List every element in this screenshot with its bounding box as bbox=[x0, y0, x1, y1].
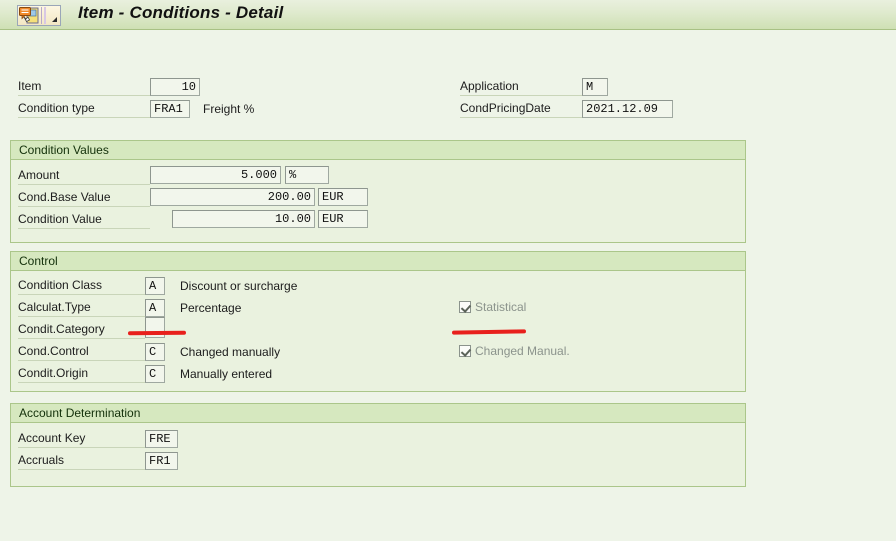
field-label-item: Item bbox=[18, 79, 150, 96]
dropdown-arrow-icon[interactable] bbox=[52, 17, 57, 22]
field-label-cond-pricing-date: CondPricingDate bbox=[460, 101, 582, 118]
cond-base-value-field[interactable]: 200.00 bbox=[150, 188, 315, 206]
amount-field[interactable]: 5.000 bbox=[150, 166, 281, 184]
condition-detail-icon bbox=[19, 7, 39, 24]
condition-type-description: Freight % bbox=[203, 102, 255, 116]
cond-control-field[interactable]: C bbox=[145, 343, 165, 361]
calculat-type-description: Percentage bbox=[180, 301, 242, 315]
condition-type-field[interactable]: FRA1 bbox=[150, 100, 190, 118]
calculat-type-field[interactable]: A bbox=[145, 299, 165, 317]
statistical-checkbox[interactable] bbox=[459, 301, 471, 313]
title-icon-button[interactable] bbox=[17, 5, 61, 26]
condition-category-underline bbox=[127, 330, 187, 336]
cond-pricing-date-field[interactable]: 2021.12.09 bbox=[582, 100, 673, 118]
cond-base-value-currency-field[interactable]: EUR bbox=[318, 188, 368, 206]
field-label-condition-value: Condition Value bbox=[18, 212, 150, 229]
field-label-application: Application bbox=[460, 79, 582, 96]
checkbox-row-changed-manual[interactable]: Changed Manual. bbox=[459, 344, 570, 358]
field-label-accruals: Accruals bbox=[18, 453, 145, 470]
panel-title-condition-values: Condition Values bbox=[11, 141, 745, 160]
field-label-amount: Amount bbox=[18, 168, 150, 185]
field-label-account-key: Account Key bbox=[18, 431, 145, 448]
application-field[interactable]: M bbox=[582, 78, 608, 96]
checkbox-row-statistical[interactable]: Statistical bbox=[459, 300, 526, 314]
amount-unit-field[interactable]: % bbox=[285, 166, 329, 184]
condition-class-field[interactable]: A bbox=[145, 277, 165, 295]
changed-manual-checkbox-label: Changed Manual. bbox=[475, 344, 570, 358]
condit-origin-description: Manually entered bbox=[180, 367, 273, 381]
panel-title-account-determination: Account Determination bbox=[11, 404, 745, 423]
field-label-cond-base-value: Cond.Base Value bbox=[18, 190, 150, 207]
panel-title-control: Control bbox=[11, 252, 745, 271]
field-label-condition-class: Condition Class bbox=[18, 278, 145, 295]
page-title: Item - Conditions - Detail bbox=[78, 3, 284, 22]
field-label-condit-origin: Condit.Origin bbox=[18, 366, 145, 383]
condition-value-currency-field[interactable]: EUR bbox=[318, 210, 368, 228]
cond-control-description: Changed manually bbox=[180, 345, 281, 359]
item-field[interactable]: 10 bbox=[150, 78, 200, 96]
condition-value-field[interactable]: 10.00 bbox=[172, 210, 315, 228]
field-label-calculat-type: Calculat.Type bbox=[18, 300, 145, 317]
changed-manual-checkbox[interactable] bbox=[459, 345, 471, 357]
statistical-checkbox-label: Statistical bbox=[475, 300, 527, 314]
condit-origin-field[interactable]: C bbox=[145, 365, 165, 383]
accruals-field[interactable]: FR1 bbox=[145, 452, 178, 470]
field-label-condit-category: Condit.Category bbox=[18, 322, 145, 339]
window-title-bar: Item - Conditions - Detail bbox=[0, 0, 896, 30]
account-key-field[interactable]: FRE bbox=[145, 430, 178, 448]
field-label-cond-control: Cond.Control bbox=[18, 344, 145, 361]
icon-separator-2 bbox=[44, 7, 46, 24]
icon-separator bbox=[41, 7, 42, 24]
condition-class-description: Discount or surcharge bbox=[180, 279, 298, 293]
field-label-condition-type: Condition type bbox=[18, 101, 150, 118]
